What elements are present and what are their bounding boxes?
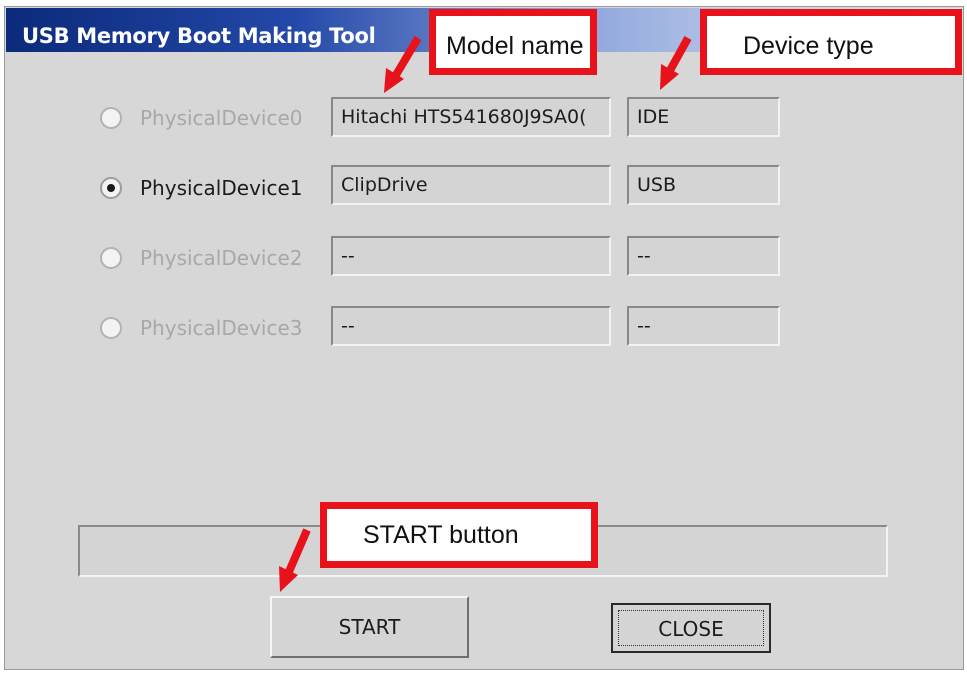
close-button-label: CLOSE	[618, 610, 764, 646]
device-row-2[interactable]: PhysicalDevice2	[100, 240, 320, 280]
device-2-type-field: --	[627, 236, 780, 276]
device-0-type-field: IDE	[627, 97, 780, 137]
close-button[interactable]: CLOSE	[611, 603, 771, 653]
device-row-1[interactable]: PhysicalDevice1	[100, 170, 320, 210]
annotation-device-type-text: Device type	[743, 32, 874, 60]
device-row-0[interactable]: PhysicalDevice0	[100, 100, 320, 140]
device-1-model-field: ClipDrive	[331, 165, 611, 205]
device-row-3[interactable]: PhysicalDevice3	[100, 310, 320, 350]
annotation-start-button-text: START button	[363, 521, 519, 549]
device-3-type-field: --	[627, 306, 780, 346]
start-button[interactable]: START	[270, 596, 469, 658]
annotation-device-type: Device type	[700, 9, 962, 75]
window-title: USB Memory Boot Making Tool	[22, 24, 376, 48]
device-1-type-field: USB	[627, 165, 780, 205]
device-3-radio[interactable]	[100, 317, 122, 339]
device-2-radio[interactable]	[100, 247, 122, 269]
device-2-label: PhysicalDevice2	[140, 246, 303, 270]
annotation-model-name: Model name	[429, 9, 597, 75]
device-1-radio[interactable]	[100, 177, 122, 199]
device-2-model-field: --	[331, 236, 611, 276]
device-3-model-field: --	[331, 306, 611, 346]
device-3-label: PhysicalDevice3	[140, 316, 303, 340]
device-0-label: PhysicalDevice0	[140, 106, 303, 130]
device-0-model-field: Hitachi HTS541680J9SA0(	[331, 97, 611, 137]
annotation-start-button: START button	[320, 502, 598, 568]
device-0-radio[interactable]	[100, 107, 122, 129]
device-1-label: PhysicalDevice1	[140, 176, 303, 200]
annotation-model-name-text: Model name	[446, 32, 584, 60]
